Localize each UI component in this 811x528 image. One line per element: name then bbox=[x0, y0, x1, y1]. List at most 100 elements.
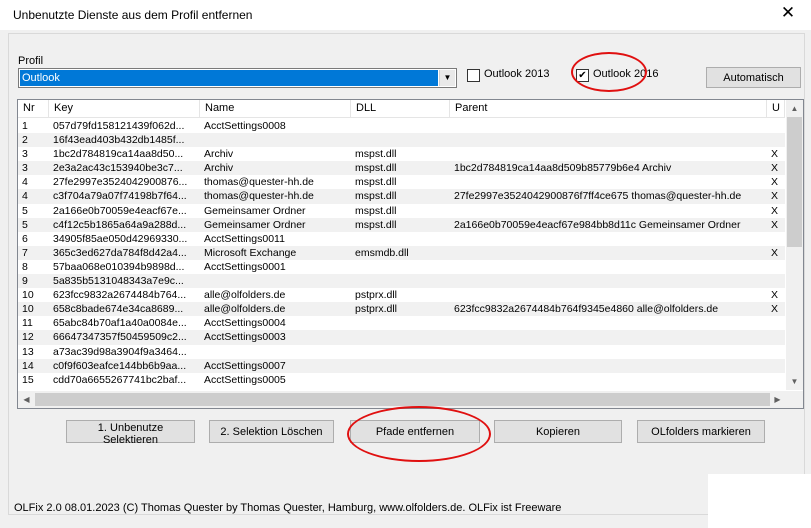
cell-dll: mspst.dll bbox=[355, 148, 397, 161]
delete-selection-button[interactable]: 2. Selektion Löschen bbox=[209, 420, 334, 443]
column-header-dll[interactable]: DLL bbox=[351, 100, 450, 117]
cell-u bbox=[767, 373, 785, 387]
table-row[interactable]: 6 34905f85ae050d42969330... AcctSettings00… bbox=[18, 232, 785, 246]
table-row[interactable]: 7 365c3ed627da784f8d42a4... Microsoft Exch… bbox=[18, 245, 785, 260]
cell-u: X bbox=[771, 303, 779, 316]
cell-name: AcctSettings0001 bbox=[204, 260, 286, 273]
blank-area bbox=[708, 474, 811, 528]
mark-olfolders-button[interactable]: OLfolders markieren bbox=[637, 420, 765, 443]
horizontal-scroll-thumb[interactable] bbox=[35, 393, 770, 406]
column-header-name[interactable]: Name bbox=[200, 100, 351, 117]
cell-nr: 10 bbox=[22, 289, 34, 302]
close-icon[interactable]: ✕ bbox=[765, 0, 811, 30]
cell-u bbox=[767, 119, 785, 133]
cell-name: AcctSettings0007 bbox=[204, 359, 286, 372]
cell-parent bbox=[450, 274, 767, 288]
cell-key: 16f43ead403b432db1485f... bbox=[53, 134, 185, 147]
table-row[interactable]: 3 1bc2d784819ca14aa8d50... Archiv mspst.dll… bbox=[18, 147, 785, 161]
scroll-left-icon[interactable]: ◀ bbox=[18, 391, 35, 408]
copy-button[interactable]: Kopieren bbox=[494, 420, 622, 443]
column-header-parent[interactable]: Parent bbox=[450, 100, 767, 117]
cell-u bbox=[767, 359, 785, 373]
scroll-right-icon[interactable]: ▶ bbox=[769, 391, 786, 408]
cell-u: X bbox=[771, 176, 779, 189]
cell-nr: 10 bbox=[22, 303, 34, 316]
cell-u bbox=[767, 345, 785, 359]
cell-key: 65abc84b70af1a40a0084e... bbox=[53, 317, 187, 330]
services-list[interactable]: Nr Key Name DLL Parent U 1 057d79fd158121… bbox=[17, 99, 804, 409]
cell-u bbox=[767, 260, 785, 274]
cell-nr: 5 bbox=[22, 204, 28, 217]
cell-dll: mspst.dll bbox=[355, 190, 397, 203]
column-header-nr[interactable]: Nr bbox=[18, 100, 49, 117]
cell-dll bbox=[351, 316, 450, 330]
table-row[interactable]: 4 27fe2997e3524042900876... thomas@quester… bbox=[18, 175, 785, 189]
list-header: Nr Key Name DLL Parent U bbox=[18, 100, 785, 118]
profile-label: Profil bbox=[18, 55, 44, 67]
title-bar: Unbenutzte Dienste aus dem Profil entfer… bbox=[0, 0, 811, 30]
chevron-down-icon[interactable]: ▼ bbox=[439, 70, 455, 86]
scroll-down-icon[interactable]: ▼ bbox=[786, 373, 803, 390]
cell-nr: 2 bbox=[22, 134, 28, 147]
cell-parent bbox=[450, 232, 767, 246]
table-row[interactable]: 11 65abc84b70af1a40a0084e... AcctSettings0… bbox=[18, 316, 785, 330]
cell-dll: pstprx.dll bbox=[355, 303, 398, 316]
cell-dll: mspst.dll bbox=[355, 162, 397, 175]
cell-name bbox=[200, 133, 351, 147]
cell-dll bbox=[351, 345, 450, 359]
cell-key: 34905f85ae050d42969330... bbox=[53, 232, 188, 245]
vertical-scrollbar[interactable]: ▲ ▼ bbox=[786, 100, 803, 390]
cell-name: alle@olfolders.de bbox=[204, 289, 286, 302]
cell-key: 1bc2d784819ca14aa8d50... bbox=[53, 148, 184, 161]
cell-key: 2a166e0b70059e4eacf67e... bbox=[53, 204, 187, 217]
table-row[interactable]: 3 2e3a2ac43c153940be3c7... Archiv mspst.dll… bbox=[18, 161, 785, 176]
cell-u bbox=[767, 133, 785, 147]
table-row[interactable]: 14 c0f9f603eafce144bb6b9aa... AcctSettings… bbox=[18, 358, 785, 373]
table-row[interactable]: 15 cdd70a6655267741bc2baf... AcctSettings0… bbox=[18, 373, 785, 387]
select-unused-button[interactable]: 1. Unbenutze Selektieren bbox=[66, 420, 195, 446]
table-row[interactable]: 8 57baa068e010394b9898d... AcctSettings000… bbox=[18, 260, 785, 274]
cell-nr: 9 bbox=[22, 275, 28, 288]
cell-name: alle@olfolders.de bbox=[204, 303, 286, 316]
cell-dll: mspst.dll bbox=[355, 204, 397, 217]
table-row[interactable]: 12 666473473​57f50459509c2... AcctSettings… bbox=[18, 330, 785, 345]
vertical-scroll-thumb[interactable] bbox=[787, 117, 802, 247]
cell-parent bbox=[450, 345, 767, 359]
cell-nr: 13 bbox=[22, 345, 34, 358]
column-header-key[interactable]: Key bbox=[49, 100, 200, 117]
table-row[interactable]: 10 658c8bade674e34ca8689... alle@olfolders… bbox=[18, 302, 785, 317]
cell-key: c3f704a79a07f74198b7f64... bbox=[53, 190, 187, 203]
cell-u: X bbox=[771, 289, 779, 302]
cell-name: Gemeinsamer Ordner bbox=[204, 204, 306, 217]
table-row[interactable]: 10 623fcc9832a2674484b764... alle@olfolder… bbox=[18, 288, 785, 302]
column-header-u[interactable]: U bbox=[767, 100, 785, 117]
table-row[interactable]: 5 2a166e0b70059e4eacf67e... Gemeinsamer Or… bbox=[18, 204, 785, 218]
cell-dll: mspst.dll bbox=[355, 218, 397, 231]
table-row[interactable]: 13 a73ac39d98a3904f9a3464... bbox=[18, 345, 785, 359]
profile-combobox[interactable]: Outlook ▼ bbox=[18, 68, 457, 88]
list-rows: 1 057d79fd158121439f062d... AcctSettings00… bbox=[18, 119, 785, 387]
cell-parent bbox=[450, 373, 767, 387]
table-row[interactable]: 2 16f43ead403b432db1485f... bbox=[18, 133, 785, 148]
cell-key: 2e3a2ac43c153940be3c7... bbox=[53, 162, 183, 175]
cell-name: Archiv bbox=[204, 148, 234, 161]
outlook-2013-checkbox[interactable] bbox=[467, 69, 480, 82]
table-row[interactable]: 1 057d79fd158121439f062d... AcctSettings00… bbox=[18, 119, 785, 133]
cell-name bbox=[200, 274, 351, 288]
table-row[interactable]: 5 c4f12c5b1865a64a9a288d... Gemeinsamer Or… bbox=[18, 217, 785, 232]
cell-parent: 1bc2d784819ca14aa8d509b85779b6e4 Archiv bbox=[454, 162, 672, 175]
cell-nr: 12 bbox=[22, 331, 34, 344]
automatisch-button[interactable]: Automatisch bbox=[706, 67, 801, 88]
cell-dll: emsmdb.dll bbox=[355, 246, 409, 259]
cell-u: X bbox=[771, 162, 779, 175]
cell-parent bbox=[450, 359, 767, 373]
cell-parent bbox=[450, 316, 767, 330]
cell-parent: 2a166e0b70059e4eacf67e984bb8d11c Gemeins… bbox=[454, 218, 741, 231]
cell-dll bbox=[351, 232, 450, 246]
scroll-up-icon[interactable]: ▲ bbox=[786, 100, 803, 117]
cell-nr: 4 bbox=[22, 190, 28, 203]
cell-key: 365c3ed627da784f8d42a4... bbox=[53, 246, 187, 259]
table-row[interactable]: 4 c3f704a79a07f74198b7f64... thomas@queste… bbox=[18, 189, 785, 204]
table-row[interactable]: 9 5a835b5131048343a7e9c... bbox=[18, 274, 785, 289]
cell-key: 623fcc9832a2674484b764... bbox=[53, 289, 187, 302]
